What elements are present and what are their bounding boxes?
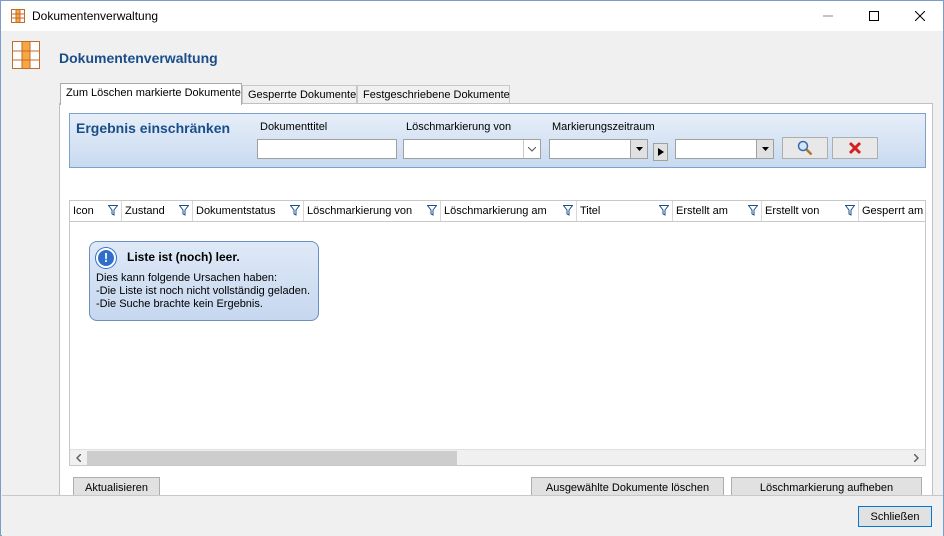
maximize-icon xyxy=(869,11,879,21)
title-bar: Dokumentenverwaltung xyxy=(1,1,943,31)
column-header[interactable]: Zustand xyxy=(122,201,193,221)
filter-icon[interactable] xyxy=(427,205,437,216)
period-label: Markierungszeitraum xyxy=(552,121,655,133)
maximize-button[interactable] xyxy=(851,1,897,31)
filter-icon[interactable] xyxy=(290,205,300,216)
empty-message-line: Dies kann folgende Ursachen haben: xyxy=(96,272,278,284)
filter-title: Ergebnis einschränken xyxy=(76,120,231,136)
filter-icon[interactable] xyxy=(563,205,573,216)
empty-message-line: -Die Suche brachte kein Ergebnis. xyxy=(96,298,263,310)
filter-icon[interactable] xyxy=(748,205,758,216)
filter-icon[interactable] xyxy=(659,205,669,216)
clear-filter-icon xyxy=(848,141,862,155)
filter-icon[interactable] xyxy=(845,205,855,216)
clear-filter-button[interactable] xyxy=(832,137,878,159)
search-button[interactable] xyxy=(782,137,828,159)
page-title: Dokumentenverwaltung xyxy=(59,50,218,66)
marked-by-select[interactable] xyxy=(403,139,541,159)
tab-locked-documents[interactable]: Gesperrte Dokumente xyxy=(242,85,357,104)
column-header[interactable]: Erstellt am xyxy=(673,201,762,221)
content-area: Dokumentenverwaltung Zum Löschen markier… xyxy=(2,31,943,517)
app-grid-icon xyxy=(12,41,40,69)
column-header[interactable]: Löschmarkierung am xyxy=(441,201,577,221)
footer-bar: Schließen xyxy=(2,495,943,536)
period-from-date[interactable] xyxy=(549,139,648,159)
dropdown-arrow-icon xyxy=(630,140,647,158)
empty-list-message: ! Liste ist (noch) leer. Dies kann folge… xyxy=(89,241,319,321)
documents-grid[interactable]: Icon Zustand Dokumentstatus Löschmarkier… xyxy=(69,200,926,466)
marked-by-label: Löschmarkierung von xyxy=(406,121,512,133)
chevron-down-icon xyxy=(523,140,540,158)
period-to-date[interactable] xyxy=(675,139,774,159)
column-header[interactable]: Erstellt von xyxy=(762,201,859,221)
tab-panel: Ergebnis einschränken Dokumenttitel Lösc… xyxy=(59,103,933,517)
tab-marked-for-deletion[interactable]: Zum Löschen markierte Dokumente xyxy=(60,83,242,105)
column-header[interactable]: Titel xyxy=(577,201,673,221)
filter-icon[interactable] xyxy=(108,205,118,216)
close-button[interactable]: Schließen xyxy=(858,506,932,527)
scroll-right-icon[interactable] xyxy=(908,450,925,466)
grid-header: Icon Zustand Dokumentstatus Löschmarkier… xyxy=(70,201,925,222)
column-header[interactable]: Dokumentstatus xyxy=(193,201,304,221)
minimize-icon xyxy=(823,15,833,17)
scrollbar-thumb[interactable] xyxy=(87,451,457,465)
doc-title-input[interactable] xyxy=(257,139,397,159)
minimize-button[interactable] xyxy=(805,1,851,31)
close-icon xyxy=(915,11,925,21)
app-grid-icon xyxy=(11,9,25,23)
main-window: Dokumentenverwaltung Dokumentenverwaltun… xyxy=(0,0,944,536)
dropdown-arrow-icon xyxy=(756,140,773,158)
column-header[interactable]: Löschmarkierung von xyxy=(304,201,441,221)
period-arrow-icon xyxy=(653,143,668,161)
column-header[interactable]: Gesperrt am xyxy=(859,201,925,221)
close-window-button[interactable] xyxy=(897,1,943,31)
scroll-left-icon[interactable] xyxy=(70,450,87,466)
horizontal-scrollbar[interactable] xyxy=(70,449,925,465)
empty-message-title: Liste ist (noch) leer. xyxy=(127,250,240,264)
tab-committed-documents[interactable]: Festgeschriebene Dokumente xyxy=(357,85,510,104)
filter-icon[interactable] xyxy=(179,205,189,216)
column-header[interactable]: Icon xyxy=(70,201,122,221)
info-icon: ! xyxy=(96,248,116,268)
doc-title-label: Dokumenttitel xyxy=(260,121,328,133)
filter-panel: Ergebnis einschränken Dokumenttitel Lösc… xyxy=(69,113,926,168)
empty-message-line: -Die Liste ist noch nicht vollständig ge… xyxy=(96,285,311,297)
window-title: Dokumentenverwaltung xyxy=(32,9,159,23)
search-icon xyxy=(797,140,813,156)
